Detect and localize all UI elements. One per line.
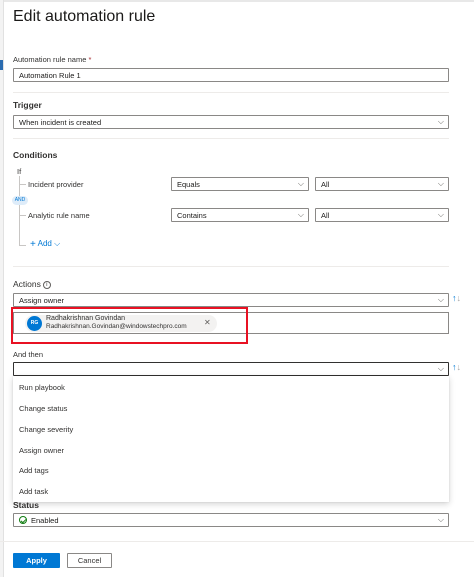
dropdown-option[interactable]: Change status [19,404,67,413]
if-label: If [17,167,22,176]
cancel-button[interactable]: Cancel [67,553,112,568]
left-rail [0,0,4,577]
action-reorder: ↑↓ [452,293,461,303]
required-mark: * [88,55,92,64]
dropdown-option[interactable]: Assign owner [19,446,64,455]
and-badge: AND [12,196,28,205]
and-then-label: And then [13,350,44,359]
check-circle-icon [19,516,27,524]
chevron-down-icon: ⌵ [437,117,444,126]
footer-divider [0,541,474,542]
condition-value: All [321,180,330,189]
actions-heading-text: Actions [13,279,41,289]
add-condition-label: Add [37,239,52,248]
action-select[interactable]: Assign owner ⌵ [13,293,449,307]
action-value: Assign owner [19,296,65,305]
trigger-heading: Trigger [13,100,42,110]
status-heading: Status [13,500,39,510]
highlight-annotation [11,307,248,344]
dropdown-option[interactable]: Add tags [19,466,49,475]
and-then-dropdown: Run playbook Change status Change severi… [13,376,449,502]
rail-marker [0,60,3,70]
chevron-down-icon: ⌵ [54,239,61,248]
condition-value-select[interactable]: All ⌵ [315,208,449,222]
rule-name-label-text: Automation rule name [13,55,87,64]
status-select[interactable]: Enabled ⌵ [13,513,449,527]
and-then-select[interactable]: ⌵ [13,362,449,376]
status-value: Enabled [31,516,59,525]
page-title: Edit automation rule [13,8,156,25]
trigger-value: When incident is created [19,118,102,127]
condition-tree-line [19,176,20,246]
condition-operator-select[interactable]: Contains ⌵ [171,208,309,222]
info-icon[interactable]: i [42,281,51,289]
and-then-reorder: ↑↓ [452,362,461,372]
plus-icon: + [30,239,36,250]
divider [13,138,449,139]
condition-operator-value: Contains [177,211,207,220]
rule-name-input[interactable]: Automation Rule 1 [13,68,449,82]
chevron-down-icon: ⌵ [297,210,304,219]
condition-property: Analytic rule name [28,211,90,220]
rule-name-label: Automation rule name * [13,55,91,64]
condition-branch [19,215,26,216]
condition-property: Incident provider [28,180,84,189]
chevron-down-icon: ⌵ [437,210,444,219]
chevron-down-icon: ⌵ [437,179,444,188]
condition-value-select[interactable]: All ⌵ [315,177,449,191]
dropdown-option[interactable]: Add task [19,487,48,496]
chevron-down-icon: ⌵ [297,179,304,188]
add-condition-button[interactable]: + Add ⌵ [30,239,60,250]
chevron-down-icon: ⌵ [437,515,444,524]
condition-branch [19,245,26,246]
condition-value: All [321,211,330,220]
dropdown-option[interactable]: Run playbook [19,383,65,392]
trigger-select[interactable]: When incident is created ⌵ [13,115,449,129]
rule-name-value: Automation Rule 1 [19,71,81,80]
conditions-heading: Conditions [13,150,58,160]
apply-button[interactable]: Apply [13,553,60,568]
move-down-icon[interactable]: ↓ [457,362,462,372]
divider [13,92,449,93]
window-top-edge [0,0,474,2]
dropdown-option[interactable]: Change severity [19,425,73,434]
chevron-down-icon: ⌵ [437,364,444,373]
divider [13,266,449,267]
condition-branch [19,184,26,185]
chevron-down-icon: ⌵ [437,295,444,304]
condition-operator-value: Equals [177,180,200,189]
actions-heading: Actions i [13,279,51,289]
move-down-icon[interactable]: ↓ [457,293,462,303]
condition-operator-select[interactable]: Equals ⌵ [171,177,309,191]
